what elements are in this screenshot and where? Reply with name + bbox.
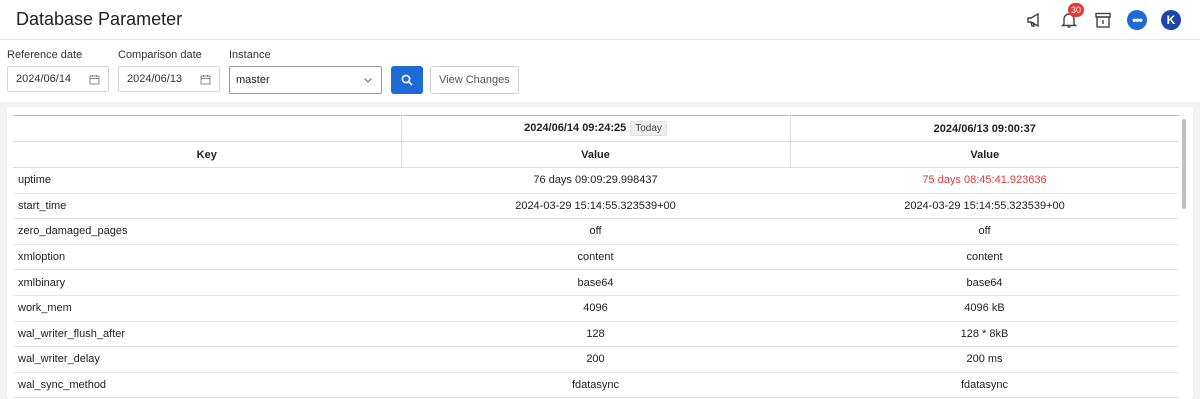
reference-datetime-header: 2024/06/14 09:24:25 Today: [401, 115, 791, 142]
comparison-value-header: Value: [790, 141, 1179, 168]
key-column-header: Key: [13, 141, 402, 168]
comparison-value-cell: 4096 kB: [790, 295, 1179, 322]
reference-date-input[interactable]: 2024/06/14: [7, 66, 109, 92]
table-body: uptime 76 days 09:09:29.998437 75 days 08:…: [13, 167, 1179, 399]
notification-badge: 30: [1068, 2, 1085, 17]
parameter-key-cell: zero_damaged_pages: [13, 218, 401, 245]
comparison-value-cell: 2024-03-29 15:14:55.323539+00: [790, 193, 1179, 220]
instance-select[interactable]: master: [229, 66, 382, 94]
table-row: work_mem 4096 4096 kB: [13, 295, 1179, 322]
page-title: Database Parameter: [16, 9, 183, 29]
parameter-table: 2024/06/14 09:24:25 Today 2024/06/13 09:0…: [13, 115, 1179, 399]
today-tag: Today: [630, 121, 667, 136]
reference-date-group: Reference date 2024/06/14: [7, 48, 109, 92]
table-row: wal_writer_flush_after 128 128 * 8kB: [13, 321, 1179, 348]
view-changes-button[interactable]: View Changes: [430, 66, 519, 94]
comparison-datetime-header: 2024/06/13 09:00:37: [790, 115, 1179, 142]
table-row: xmlbinary base64 base64: [13, 269, 1179, 296]
comparison-card: 2024/06/14 09:24:25 Today 2024/06/13 09:0…: [7, 107, 1193, 399]
table-row: xmloption content content: [13, 244, 1179, 271]
table-row: zero_damaged_pages off off: [13, 218, 1179, 245]
parameter-key-cell: wal_sync_method: [13, 372, 401, 399]
reference-value-cell: 2024-03-29 15:14:55.323539+00: [401, 193, 790, 220]
comparison-value-cell: 75 days 08:45:41.923636: [790, 167, 1179, 194]
table-header-row-labels: Key Value Value: [13, 141, 1179, 168]
instance-group: Instance master: [229, 48, 382, 94]
chat-icon[interactable]: •••: [1126, 9, 1148, 31]
filter-bar: Reference date 2024/06/14 Comparison dat…: [0, 40, 1200, 102]
comparison-date-group: Comparison date 2024/06/13: [118, 48, 220, 92]
comparison-value-cell: fdatasync: [790, 372, 1179, 399]
chevron-down-icon: [364, 78, 372, 83]
avatar-initial: K: [1161, 9, 1181, 30]
calendar-icon: [200, 74, 211, 84]
comparison-value-cell: off: [790, 218, 1179, 245]
reference-value-cell: 4096: [401, 295, 790, 322]
parameter-key-cell: xmloption: [13, 244, 401, 271]
parameter-key-cell: start_time: [13, 193, 401, 220]
comparison-value-cell: content: [790, 244, 1179, 271]
app-header: Database Parameter 30 ••• K: [0, 0, 1200, 40]
parameter-key-cell: wal_writer_delay: [13, 346, 401, 373]
parameter-key-cell: wal_writer_flush_after: [13, 321, 401, 348]
table-row: wal_sync_method fdatasync fdatasync: [13, 372, 1179, 399]
reference-date-value: 2024/06/14: [16, 73, 72, 85]
reference-value-cell: 76 days 09:09:29.998437: [401, 167, 790, 194]
table-row: wal_writer_delay 200 200 ms: [13, 346, 1179, 373]
header-icons: 30 ••• K: [1024, 2, 1184, 31]
avatar[interactable]: K: [1160, 9, 1182, 31]
parameter-key-cell: work_mem: [13, 295, 401, 322]
comparison-date-value: 2024/06/13: [127, 73, 183, 85]
comparison-date-input[interactable]: 2024/06/13: [118, 66, 220, 92]
reference-value-cell: off: [401, 218, 790, 245]
comparison-value-cell: 128 * 8kB: [790, 321, 1179, 348]
search-icon: [401, 74, 413, 86]
bell-icon[interactable]: 30: [1058, 2, 1085, 31]
reference-value-cell: fdatasync: [401, 372, 790, 399]
table-header-row-dates: 2024/06/14 09:24:25 Today 2024/06/13 09:0…: [13, 115, 1179, 142]
comparison-value-cell: 200 ms: [790, 346, 1179, 373]
reference-datetime: 2024/06/14 09:24:25: [524, 122, 627, 134]
parameter-key-cell: uptime: [13, 167, 401, 194]
instance-label: Instance: [229, 49, 271, 61]
parameter-key-cell: xmlbinary: [13, 269, 401, 296]
comparison-date-label: Comparison date: [118, 49, 202, 61]
reference-value-cell: content: [401, 244, 790, 271]
reference-value-cell: base64: [401, 269, 790, 296]
reference-date-label: Reference date: [7, 49, 83, 61]
content-area: 2024/06/14 09:24:25 Today 2024/06/13 09:0…: [0, 102, 1200, 399]
comparison-value-cell: base64: [790, 269, 1179, 296]
reference-value-cell: 128: [401, 321, 790, 348]
calendar-icon: [89, 74, 100, 84]
archive-icon[interactable]: [1092, 9, 1114, 31]
scrollbar[interactable]: [1182, 119, 1186, 209]
instance-value: master: [236, 74, 270, 86]
megaphone-icon[interactable]: [1024, 9, 1046, 31]
reference-value-header: Value: [401, 141, 791, 168]
search-button[interactable]: [391, 66, 423, 94]
reference-value-cell: 200: [401, 346, 790, 373]
table-row: start_time 2024-03-29 15:14:55.323539+00 2…: [13, 193, 1179, 220]
table-row: uptime 76 days 09:09:29.998437 75 days 08:…: [13, 167, 1179, 194]
empty-header-cell: [13, 115, 402, 142]
